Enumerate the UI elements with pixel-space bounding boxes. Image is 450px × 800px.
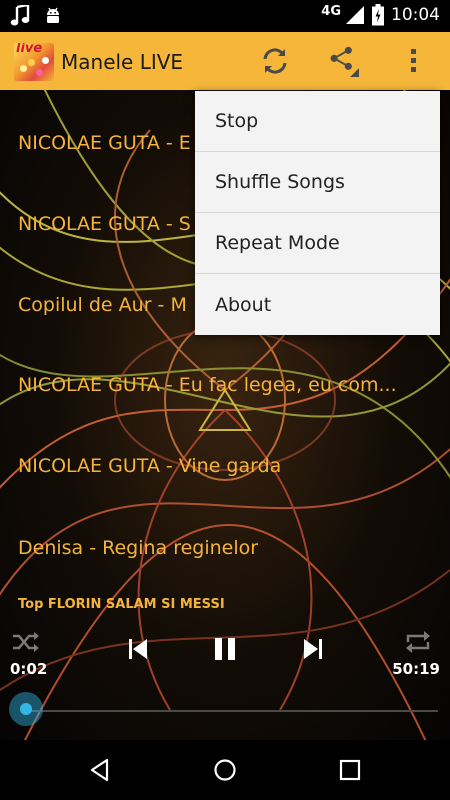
battery-icon xyxy=(372,4,384,26)
home-icon[interactable] xyxy=(212,757,238,783)
previous-icon[interactable] xyxy=(129,639,147,659)
list-item[interactable]: Denisa - Regina reginelor xyxy=(0,508,450,588)
overflow-menu-icon[interactable] xyxy=(398,45,430,77)
shuffle-icon[interactable] xyxy=(12,631,40,653)
song-title: NICOLAE GUTA - E xyxy=(18,132,191,154)
song-title: NICOLAE GUTA - Vine garda xyxy=(18,455,282,477)
signal-icon xyxy=(346,6,364,24)
repeat-icon[interactable] xyxy=(405,630,431,654)
recents-icon[interactable] xyxy=(337,757,363,783)
now-playing-title: Top FLORIN SALAM SI MESSI xyxy=(18,597,225,612)
app-logo: live xyxy=(14,43,54,81)
menu-item-repeat-mode[interactable]: Repeat Mode xyxy=(195,213,440,274)
refresh-icon[interactable] xyxy=(259,45,291,77)
song-title: Copilul de Aur - M xyxy=(18,294,187,316)
android-icon xyxy=(47,7,59,23)
list-item[interactable]: NICOLAE GUTA - Vine garda xyxy=(0,426,450,506)
pause-icon[interactable] xyxy=(215,638,235,660)
status-right: 4G 10:04 xyxy=(321,4,440,26)
duration-time: 50:19 xyxy=(392,660,440,678)
menu-item-stop[interactable]: Stop xyxy=(195,91,440,152)
action-bar: live Manele LIVE xyxy=(0,32,450,90)
seek-bar[interactable] xyxy=(26,710,438,712)
elapsed-time: 0:02 xyxy=(10,660,48,678)
clock: 10:04 xyxy=(391,5,440,25)
status-left-icons xyxy=(10,5,62,27)
network-type: 4G xyxy=(321,3,341,19)
back-icon[interactable] xyxy=(87,757,113,783)
status-bar: 4G 10:04 xyxy=(0,0,450,32)
song-title: NICOLAE GUTA - S xyxy=(18,213,191,235)
overflow-menu: Stop Shuffle Songs Repeat Mode About xyxy=(195,91,440,335)
menu-item-shuffle-songs[interactable]: Shuffle Songs xyxy=(195,152,440,213)
next-icon[interactable] xyxy=(304,639,322,659)
share-icon[interactable] xyxy=(327,45,359,77)
song-title: Denisa - Regina reginelor xyxy=(18,537,259,559)
menu-item-about[interactable]: About xyxy=(195,274,440,335)
song-title: NICOLAE GUTA - Eu fac legea, eu com... xyxy=(18,374,397,396)
app-title: Manele LIVE xyxy=(61,50,184,74)
logo-text: live xyxy=(16,43,43,56)
navigation-bar xyxy=(0,740,450,800)
music-note-icon xyxy=(10,5,30,26)
list-item[interactable]: NICOLAE GUTA - Eu fac legea, eu com... xyxy=(0,345,450,425)
